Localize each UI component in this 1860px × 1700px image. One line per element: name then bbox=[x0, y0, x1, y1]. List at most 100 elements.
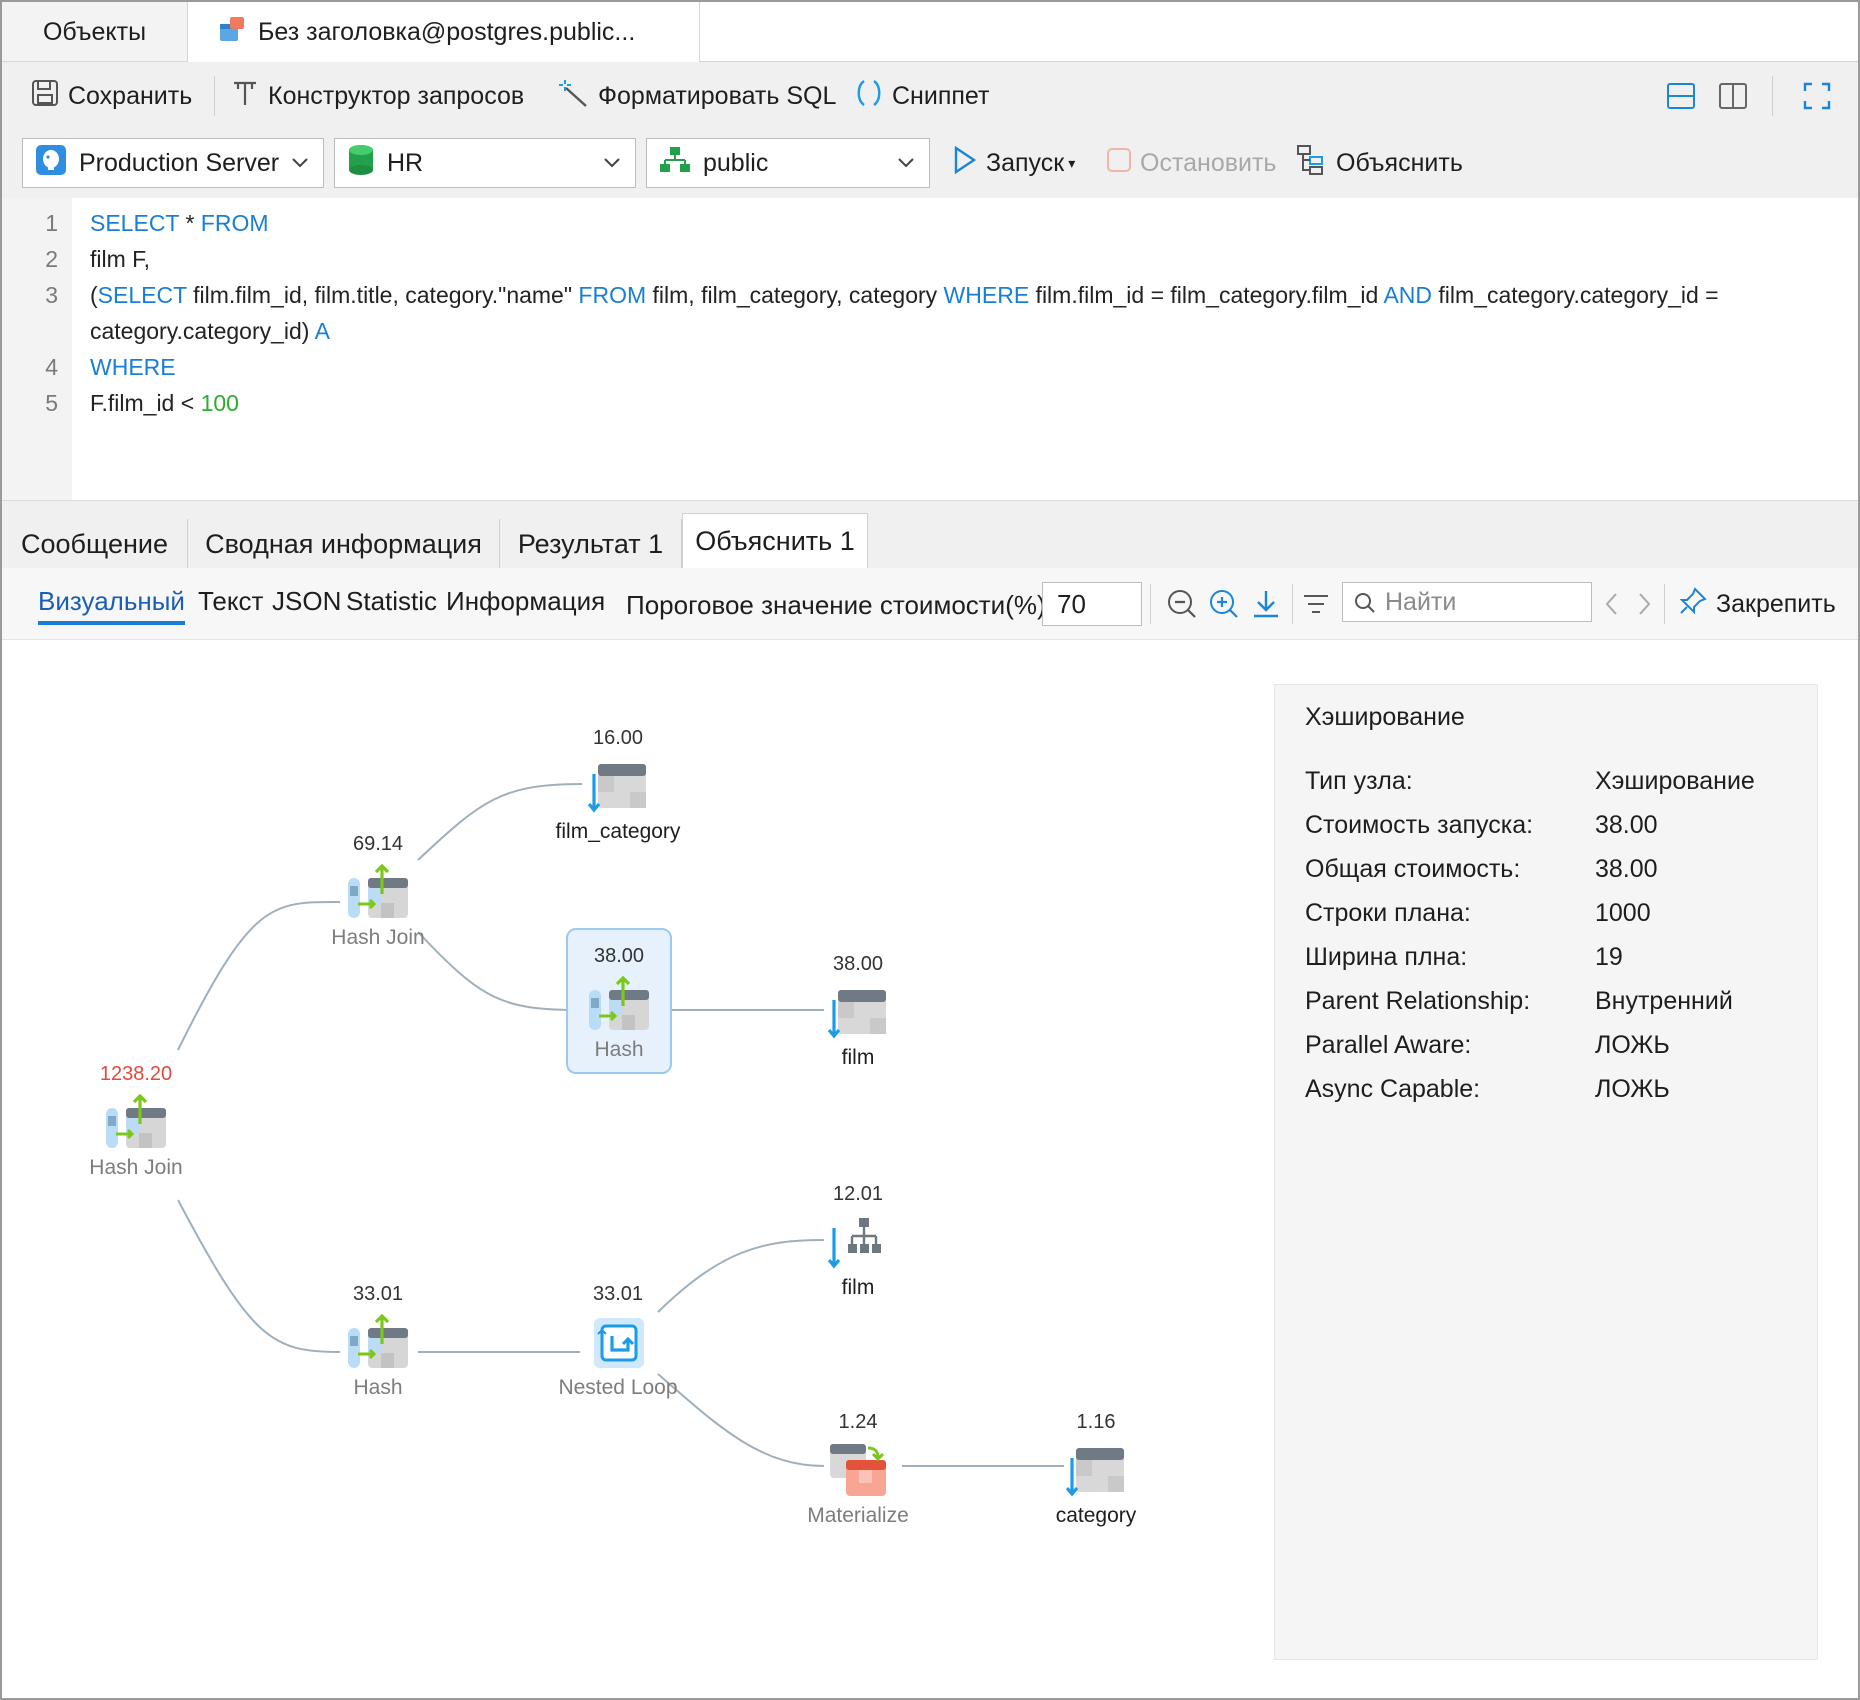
detail-row: Ширина плна: 19 bbox=[1305, 943, 1623, 971]
plan-node-materialize[interactable]: 1.24 Materialize bbox=[788, 1408, 928, 1528]
zoom-out-icon bbox=[1168, 590, 1196, 618]
database-select[interactable]: HR bbox=[334, 138, 636, 188]
plan-node-nested-loop[interactable]: 33.01 Nested Loop bbox=[548, 1280, 688, 1400]
layout-horizontal-icon bbox=[1667, 83, 1695, 109]
find-next-button[interactable] bbox=[1634, 590, 1654, 625]
sql-keyword: SELECT bbox=[97, 282, 187, 308]
connection-select[interactable]: Production Server bbox=[22, 138, 324, 188]
plan-node-hash-selected[interactable]: 38.00 Hash bbox=[566, 928, 672, 1074]
sql-text: film F, bbox=[90, 246, 151, 272]
save-icon bbox=[30, 78, 60, 115]
sql-text: film.film_id = film_category.film_id bbox=[1029, 282, 1384, 308]
plan-node-film-category[interactable]: 16.00 film_category bbox=[548, 724, 688, 844]
explain-visual-canvas[interactable]: 1238.20 Hash Join 69.14 Hash Join 16.00 … bbox=[2, 640, 1858, 1698]
zoom-in-button[interactable] bbox=[1208, 588, 1240, 627]
tab-message[interactable]: Сообщение bbox=[2, 519, 188, 569]
explain-toolbar: Визуальный Текст JSON Statistic Информац… bbox=[2, 568, 1858, 640]
tab-objects[interactable]: Объекты bbox=[2, 2, 188, 62]
tab-query[interactable]: Без заголовка@postgres.public... bbox=[188, 2, 700, 63]
view-statistic[interactable]: Statistic bbox=[346, 586, 437, 617]
snippet-button[interactable]: Сниппет bbox=[854, 76, 989, 116]
sql-keyword: SELECT bbox=[90, 210, 180, 236]
query-builder-button[interactable]: Конструктор запросов bbox=[230, 76, 524, 116]
sql-text: film.film_id, film.title, category."name… bbox=[186, 282, 579, 308]
tab-result-1[interactable]: Результат 1 bbox=[500, 519, 682, 569]
detail-title: Хэширование bbox=[1305, 703, 1465, 731]
tab-summary[interactable]: Сводная информация bbox=[188, 519, 500, 569]
chevron-down-icon bbox=[895, 151, 917, 180]
sql-keyword: WHERE bbox=[90, 354, 176, 380]
detail-row: Async Capable: ЛОЖЬ bbox=[1305, 1075, 1670, 1103]
connection-toolbar: Production Server HR public Запуск ▾ Ост… bbox=[2, 130, 1858, 198]
sql-text: F.film_id < bbox=[90, 390, 201, 416]
sql-keyword: A bbox=[314, 318, 330, 344]
detail-row: Тип узла: Хэширование bbox=[1305, 767, 1755, 795]
document-tab-bar: Объекты Без заголовка@postgres.public... bbox=[2, 2, 1858, 63]
chevron-down-icon bbox=[601, 151, 623, 180]
plan-node-hash-join-root[interactable]: 1238.20 Hash Join bbox=[66, 1060, 206, 1180]
tab-explain-1[interactable]: Объяснить 1 bbox=[682, 513, 868, 569]
result-tab-bar: Сообщение Сводная информация Результат 1… bbox=[2, 500, 1858, 569]
threshold-label: Пороговое значение стоимости(%): bbox=[626, 590, 1053, 620]
format-sql-button[interactable]: Форматировать SQL bbox=[558, 76, 836, 116]
find-previous-button[interactable] bbox=[1602, 590, 1622, 625]
run-button[interactable]: Запуск ▾ bbox=[952, 143, 1075, 183]
stop-button[interactable]: Остановить bbox=[1106, 143, 1276, 183]
detail-row: Parent Relationship: Внутренний bbox=[1305, 987, 1733, 1015]
sql-number: 100 bbox=[200, 390, 239, 416]
detail-row: Parallel Aware: ЛОЖЬ bbox=[1305, 1031, 1670, 1059]
hash-icon bbox=[348, 1313, 408, 1370]
plan-node-film[interactable]: 38.00 film bbox=[788, 950, 928, 1070]
line-number: 3 bbox=[45, 282, 58, 308]
pin-icon bbox=[1678, 586, 1708, 623]
zoom-out-button[interactable] bbox=[1166, 588, 1198, 627]
view-visual[interactable]: Визуальный bbox=[38, 586, 185, 625]
code-line: film F, bbox=[90, 246, 150, 273]
view-info[interactable]: Информация bbox=[446, 586, 605, 617]
find-input[interactable]: Найти bbox=[1342, 582, 1592, 622]
sql-text: film, film_category, category bbox=[646, 282, 944, 308]
detail-row: Стоимость запуска: 38.00 bbox=[1305, 811, 1658, 839]
schema-select[interactable]: public bbox=[646, 138, 930, 188]
sql-text: film_category.category_id = bbox=[1432, 282, 1719, 308]
explain-button[interactable]: Объяснить bbox=[1296, 143, 1463, 183]
plan-node-film-index[interactable]: 12.01 film bbox=[788, 1180, 928, 1300]
line-number-gutter bbox=[2, 198, 72, 500]
table-scan-icon bbox=[587, 758, 648, 814]
layout-vertical-icon bbox=[1719, 83, 1747, 109]
tab-label: Объекты bbox=[42, 17, 147, 46]
save-button[interactable]: Сохранить bbox=[30, 76, 192, 116]
layout-horizontal-button[interactable] bbox=[1666, 76, 1696, 116]
fullscreen-icon bbox=[1803, 82, 1831, 110]
table-scan-icon bbox=[1065, 1442, 1126, 1498]
code-line: category.category_id) A bbox=[90, 318, 330, 345]
code-line: SELECT * FROM bbox=[90, 210, 269, 237]
filter-button[interactable] bbox=[1300, 588, 1332, 627]
threshold-input[interactable]: 70 bbox=[1042, 582, 1142, 626]
sql-editor[interactable]: 1 SELECT * FROM 2 film F, 3 (SELECT film.film… bbox=[2, 198, 1858, 500]
stop-icon bbox=[1106, 147, 1132, 180]
chevron-left-icon bbox=[1605, 593, 1617, 615]
layout-vertical-button[interactable] bbox=[1718, 76, 1748, 116]
plan-node-hash[interactable]: 33.01 Hash bbox=[308, 1280, 448, 1400]
play-icon bbox=[952, 145, 978, 182]
view-json[interactable]: JSON bbox=[272, 586, 341, 617]
hash-join-icon bbox=[348, 863, 408, 920]
table-scan-icon bbox=[827, 984, 888, 1040]
view-text[interactable]: Текст bbox=[198, 586, 263, 617]
code-line: WHERE bbox=[90, 354, 176, 381]
plan-node-hash-join-top[interactable]: 69.14 Hash Join bbox=[308, 830, 448, 950]
download-button[interactable] bbox=[1250, 588, 1282, 627]
sql-text: ( bbox=[90, 282, 98, 308]
index-scan-icon bbox=[827, 1214, 888, 1270]
plan-node-category[interactable]: 1.16 category bbox=[1026, 1408, 1166, 1528]
fullscreen-button[interactable] bbox=[1802, 76, 1832, 116]
code-line: F.film_id < 100 bbox=[90, 390, 239, 417]
detail-row: Общая стоимость: 38.00 bbox=[1305, 855, 1658, 883]
snippet-icon bbox=[854, 78, 884, 115]
nested-loop-icon bbox=[588, 1314, 648, 1370]
builder-icon bbox=[230, 78, 260, 115]
dropdown-caret-icon: ▾ bbox=[1068, 154, 1076, 171]
pin-button[interactable]: Закрепить bbox=[1678, 584, 1836, 624]
zoom-in-icon bbox=[1210, 590, 1238, 618]
